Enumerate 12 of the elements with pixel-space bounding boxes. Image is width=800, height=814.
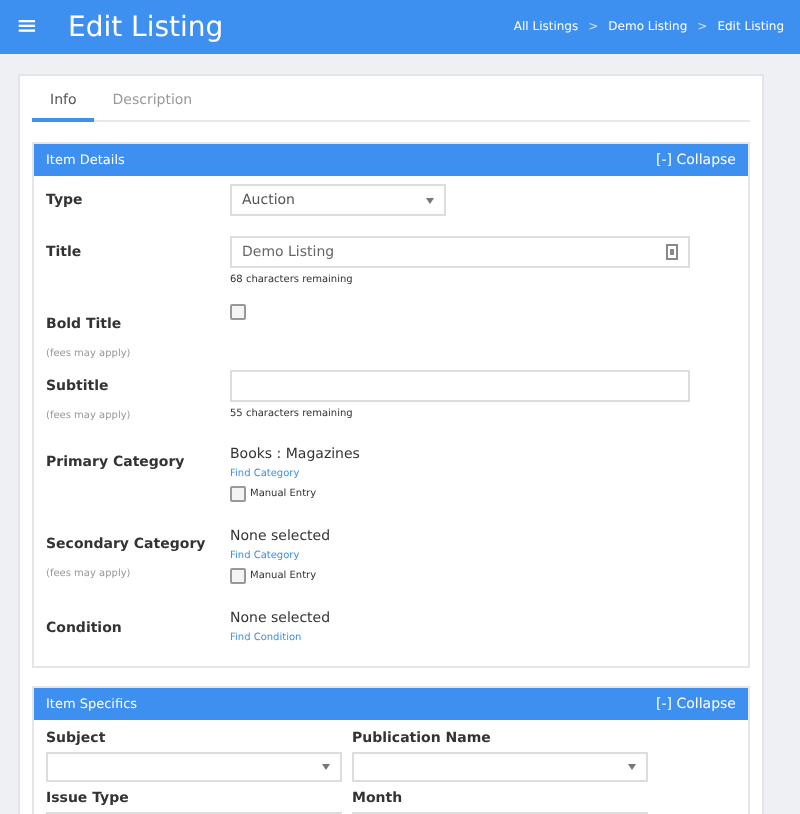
text-field[interactable] xyxy=(230,370,690,402)
select-field[interactable] xyxy=(352,752,648,782)
checkbox[interactable] xyxy=(230,568,246,584)
clipboard-icon xyxy=(666,244,678,260)
checkbox[interactable] xyxy=(230,304,246,320)
caret-icon xyxy=(426,197,434,203)
caret-icon xyxy=(628,764,636,770)
checkbox[interactable] xyxy=(230,486,246,502)
menu-icon[interactable]: ≡ xyxy=(16,12,68,42)
select-field[interactable] xyxy=(46,752,342,782)
caret-icon xyxy=(322,764,330,770)
page-title: Edit Listing xyxy=(68,11,226,43)
